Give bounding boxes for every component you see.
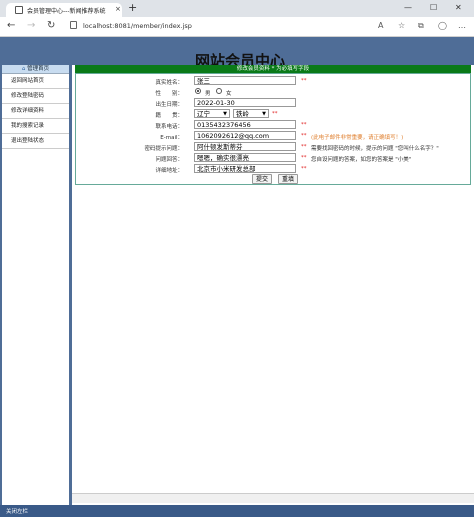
province-value: 辽宁 xyxy=(197,110,210,118)
email-label: E-mail： xyxy=(160,135,183,141)
sidebar-item-profile[interactable]: 修改详细资料 xyxy=(2,104,69,119)
chevron-down-icon: ▼ xyxy=(223,111,227,117)
gender-label: 性 别： xyxy=(155,91,183,97)
profile-icon[interactable]: ◯ xyxy=(438,21,447,30)
required-mark: ** xyxy=(301,78,307,84)
required-mark: ** xyxy=(301,166,307,172)
phone-label: 联系电话： xyxy=(155,124,183,130)
gender-male-label: 男 xyxy=(205,91,211,97)
page-icon xyxy=(15,6,23,14)
address-label: 详细地址： xyxy=(155,168,183,174)
gender-female-radio[interactable] xyxy=(216,88,222,94)
birth-date-input[interactable]: 2022-01-30 xyxy=(194,98,296,107)
phone-row: 联系电话： 0135432376456 ** xyxy=(76,120,470,131)
profile-form: 真实姓名： 张三 ** 性 别： 男 女 出生日期： 2022-01-30 籍 … xyxy=(75,73,471,185)
tab-close-icon[interactable]: × xyxy=(115,5,121,13)
sidebar-item-home[interactable]: 返回网站首页 xyxy=(2,74,69,89)
answer-hint: 您自设问题的答案，如您的答案是 "小美" xyxy=(311,157,412,163)
browser-tab[interactable]: 会员管理中心---新闻推荐系统 × xyxy=(6,3,122,17)
form-header: 修改会员资料 * 为必填写字段 xyxy=(75,65,471,73)
name-row: 真实姓名： 张三 ** xyxy=(76,76,470,87)
sidebar-item-search-history[interactable]: 我的搜索记录 xyxy=(2,119,69,134)
gender-female-label: 女 xyxy=(226,91,232,97)
back-arrow-icon[interactable]: ← xyxy=(7,20,15,31)
page-info-icon[interactable] xyxy=(70,21,77,29)
address-bar[interactable]: localhost:8081/member/index.jsp xyxy=(83,22,192,30)
favorite-star-icon[interactable]: ☆ xyxy=(398,21,405,30)
sidebar: ⌂ 管理首页 返回网站首页 修改登陆密码 修改详细资料 我的搜索记录 退出登陆状… xyxy=(2,65,69,505)
horizontal-scrollbar[interactable] xyxy=(72,493,474,503)
page-body: 网站会员中心 ⌂ 管理首页 返回网站首页 修改登陆密码 修改详细资料 我的搜索记… xyxy=(0,37,474,517)
close-window-button[interactable]: ✕ xyxy=(455,3,462,12)
collections-icon[interactable]: ⧉ xyxy=(418,21,424,31)
sidebar-item-password[interactable]: 修改登陆密码 xyxy=(2,89,69,104)
minimize-button[interactable]: — xyxy=(404,3,412,12)
read-aloud-icon[interactable]: A xyxy=(378,21,383,30)
answer-input[interactable]: 嗯嗯，确实很漂亮 xyxy=(194,153,296,162)
sidebar-item-logout[interactable]: 退出登陆状态 xyxy=(2,134,69,149)
city-value: 铁岭 xyxy=(236,110,249,118)
gender-row: 性 别： 男 女 xyxy=(76,87,470,98)
birth-row: 出生日期： 2022-01-30 xyxy=(76,98,470,109)
email-input[interactable]: 1062092612@qq.com xyxy=(194,131,296,140)
email-row: E-mail： 1062092612@qq.com ** (此电子邮件非常重要，… xyxy=(76,131,470,142)
submit-button[interactable]: 提交 xyxy=(252,174,272,184)
more-menu-icon[interactable]: … xyxy=(458,21,466,30)
toggle-sidebar-link[interactable]: 关闭左栏 xyxy=(6,507,28,515)
phone-input[interactable]: 0135432376456 xyxy=(194,120,296,129)
browser-toolbar: ← → ↻ localhost:8081/member/index.jsp A … xyxy=(0,17,474,37)
province-select[interactable]: 辽宁 ▼ xyxy=(194,109,230,118)
forward-arrow-icon[interactable]: → xyxy=(27,20,35,31)
maximize-button[interactable]: ☐ xyxy=(430,3,437,12)
new-tab-button[interactable]: + xyxy=(128,1,137,14)
gender-male-radio[interactable] xyxy=(195,88,201,94)
reload-icon[interactable]: ↻ xyxy=(47,20,55,31)
question-hint: 需要找回密码的时候，提示的问题 "您叫什么名字？" xyxy=(311,146,439,152)
required-mark: ** xyxy=(301,144,307,150)
address-input[interactable]: 北京市小米研发总部 xyxy=(194,164,296,173)
status-bar: 关闭左栏 xyxy=(0,505,474,517)
answer-row: 问题回答： 嗯嗯，确实很漂亮 ** 您自设问题的答案，如您的答案是 "小美" xyxy=(76,153,470,164)
question-label: 密码提示问题： xyxy=(144,146,183,152)
region-row: 籍 贯： 辽宁 ▼ 铁岭 ▼ ** xyxy=(76,109,470,120)
answer-label: 问题回答： xyxy=(155,157,183,163)
button-row: 提交 重填 xyxy=(76,174,470,185)
chevron-down-icon: ▼ xyxy=(262,111,266,117)
sidebar-header-label: 管理首页 xyxy=(27,66,50,72)
birth-label: 出生日期： xyxy=(155,102,183,108)
name-label: 真实姓名： xyxy=(155,80,183,86)
name-input[interactable]: 张三 xyxy=(194,76,296,85)
region-label: 籍 贯： xyxy=(155,113,183,119)
main-content: 修改会员资料 * 为必填写字段 真实姓名： 张三 ** 性 别： 男 女 出生日… xyxy=(72,65,474,505)
sidebar-header: ⌂ 管理首页 xyxy=(2,65,69,74)
city-select[interactable]: 铁岭 ▼ xyxy=(233,109,269,118)
required-mark: ** xyxy=(301,133,307,139)
required-mark: ** xyxy=(301,155,307,161)
tab-title: 会员管理中心---新闻推荐系统 xyxy=(27,8,106,15)
reset-button[interactable]: 重填 xyxy=(278,174,298,184)
required-mark: ** xyxy=(301,122,307,128)
question-input[interactable]: 阿什顿发斯蒂芬 xyxy=(194,142,296,151)
question-row: 密码提示问题： 阿什顿发斯蒂芬 ** 需要找回密码的时候，提示的问题 "您叫什么… xyxy=(76,142,470,153)
browser-tab-bar: 会员管理中心---新闻推荐系统 × + — ☐ ✕ xyxy=(0,0,474,17)
email-hint: (此电子邮件非常重要，请正确填写！) xyxy=(311,135,404,141)
required-mark: ** xyxy=(272,111,278,117)
